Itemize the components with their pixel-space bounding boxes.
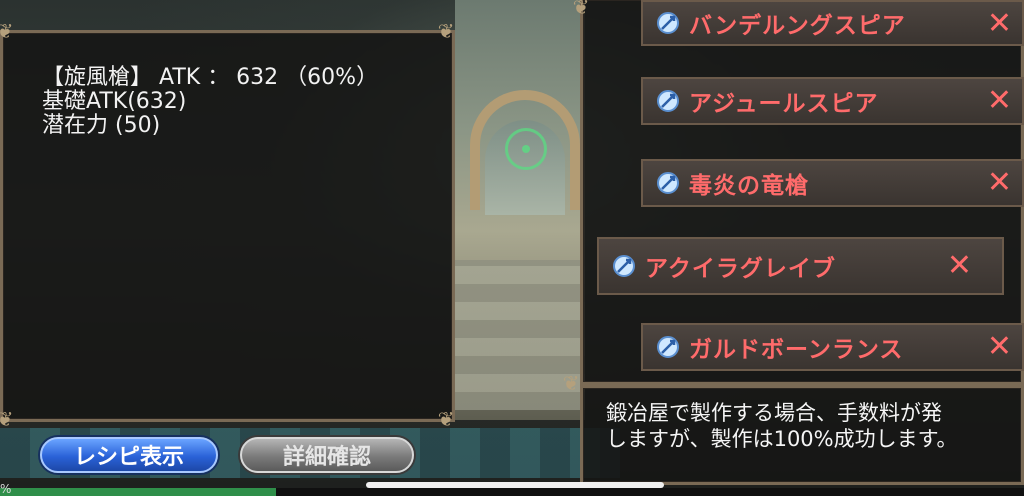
remove-icon[interactable]: ✕: [987, 167, 1012, 199]
list-item-weapon-1[interactable]: バンデルングスピア ✕: [641, 0, 1024, 46]
corner-ornament-icon: ❦: [437, 19, 455, 43]
list-item-weapon-4-selected[interactable]: アクイラグレイブ ✕: [597, 237, 1004, 295]
remove-icon[interactable]: ✕: [987, 331, 1012, 363]
corner-ornament-icon: ❦: [437, 407, 455, 431]
weapon-name: バンデルングスピア: [689, 13, 906, 39]
percent-label: %: [0, 482, 12, 496]
remove-icon[interactable]: ✕: [947, 250, 972, 282]
spear-gem-icon: [655, 88, 681, 114]
progress-bar-fill: [0, 488, 277, 496]
corner-ornament-icon: ❦: [562, 371, 580, 395]
spear-gem-icon: [611, 253, 637, 279]
spear-gem-icon: [655, 10, 681, 36]
info-text-line-2: しますが、製作は100%成功します。: [606, 427, 958, 451]
weapon-name: アジュールスピア: [689, 91, 879, 117]
weapon-name: 毒炎の竜槍: [689, 173, 809, 199]
show-recipe-button[interactable]: レシピ表示: [40, 437, 218, 473]
spear-gem-icon: [655, 170, 681, 196]
corner-ornament-icon: ❦: [0, 407, 14, 431]
list-item-weapon-2[interactable]: アジュールスピア ✕: [641, 77, 1024, 125]
progress-bar: [0, 488, 1024, 496]
corner-ornament-icon: ❦: [572, 0, 590, 19]
info-text-line-1: 鍛冶屋で製作する場合、手数料が発: [606, 401, 942, 425]
detail-check-button[interactable]: 詳細確認: [240, 437, 414, 473]
corner-ornament-icon: ❦: [0, 19, 14, 43]
list-item-weapon-5[interactable]: ガルドボーンランス ✕: [641, 323, 1024, 371]
weapon-name: ガルドボーンランス: [689, 337, 904, 363]
base-atk-line: 基礎ATK(632): [42, 89, 187, 114]
remove-icon[interactable]: ✕: [987, 8, 1012, 40]
list-item-weapon-3[interactable]: 毒炎の竜槍 ✕: [641, 159, 1024, 207]
remove-icon[interactable]: ✕: [987, 85, 1012, 117]
potential-line: 潜在力 (50): [42, 113, 161, 138]
weapon-atk-line: 【旋風槍】 ATK ： 632 （60%）: [42, 65, 379, 90]
target-marker-icon: [505, 128, 547, 170]
spear-gem-icon: [655, 334, 681, 360]
weapon-name: アクイラグレイブ: [645, 256, 836, 282]
